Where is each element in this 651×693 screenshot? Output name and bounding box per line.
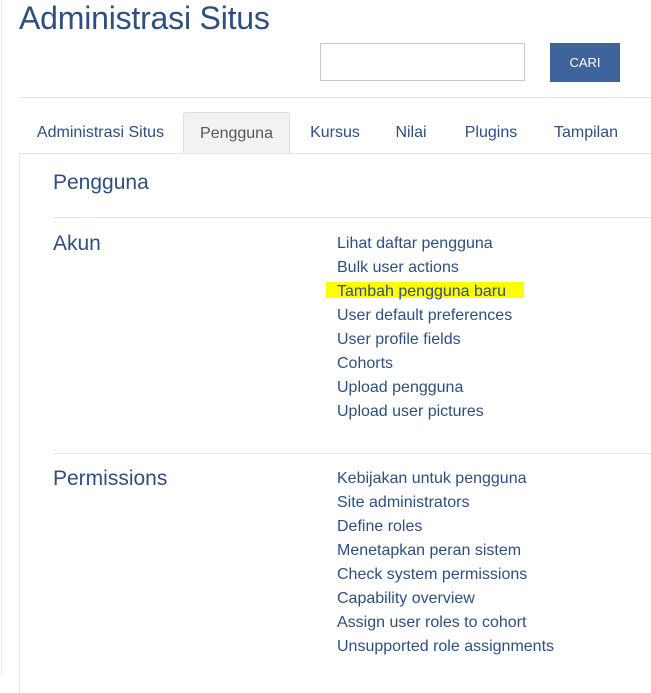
permissions-links: Kebijakan untuk pengguna Site administra… — [337, 467, 554, 659]
link-upload-user-pictures[interactable]: Upload user pictures — [337, 400, 512, 424]
link-kebijakan-untuk-pengguna[interactable]: Kebijakan untuk pengguna — [337, 467, 554, 491]
section-divider — [53, 217, 651, 218]
link-upload-pengguna[interactable]: Upload pengguna — [337, 376, 512, 400]
tab-pengguna[interactable]: Pengguna — [183, 112, 290, 154]
page-title: Administrasi Situs — [19, 0, 270, 36]
header-divider — [19, 97, 651, 98]
section-divider — [53, 453, 651, 454]
tab-nilai[interactable]: Nilai — [386, 112, 436, 153]
link-label: Site administrators — [337, 494, 470, 511]
admin-tabs: Administrasi Situs Pengguna Kursus Nilai… — [19, 112, 651, 154]
link-label: User profile fields — [337, 331, 461, 348]
link-label: Lihat daftar pengguna — [337, 235, 493, 252]
link-label: User default preferences — [337, 307, 513, 324]
tab-plugins[interactable]: Plugins — [455, 112, 527, 153]
link-check-system-permissions[interactable]: Check system permissions — [337, 563, 554, 587]
link-label: Unsupported role assignments — [337, 638, 555, 655]
link-capability-overview[interactable]: Capability overview — [337, 587, 554, 611]
content-heading: Pengguna — [53, 171, 149, 194]
link-site-administrators[interactable]: Site administrators — [337, 491, 554, 515]
tab-kursus[interactable]: Kursus — [300, 112, 370, 153]
link-tambah-pengguna-baru[interactable]: Tambah pengguna baru — [326, 280, 524, 304]
link-label: Upload pengguna — [337, 379, 464, 396]
link-label: Kebijakan untuk pengguna — [337, 470, 527, 487]
link-label: Upload user pictures — [337, 403, 484, 420]
link-label: Tambah pengguna baru — [337, 283, 507, 300]
link-user-default-preferences[interactable]: User default preferences — [337, 304, 512, 328]
tab-tampilan[interactable]: Tampilan — [545, 112, 627, 153]
link-label: Assign user roles to cohort — [337, 614, 527, 631]
tab-content-panel — [19, 153, 651, 693]
search-input[interactable] — [320, 43, 525, 81]
search-button[interactable]: CARI — [550, 43, 620, 82]
link-label: Define roles — [337, 518, 423, 535]
link-label: Menetapkan peran sistem — [337, 542, 522, 559]
link-unsupported-role-assignments[interactable]: Unsupported role assignments — [337, 635, 554, 659]
link-user-profile-fields[interactable]: User profile fields — [337, 328, 512, 352]
link-assign-user-roles-to-cohort[interactable]: Assign user roles to cohort — [337, 611, 554, 635]
section-title-permissions: Permissions — [53, 467, 168, 490]
section-title-akun: Akun — [53, 232, 101, 255]
link-bulk-user-actions[interactable]: Bulk user actions — [337, 256, 512, 280]
link-label: Check system permissions — [337, 566, 528, 583]
link-cohorts[interactable]: Cohorts — [337, 352, 512, 376]
link-label: Bulk user actions — [337, 259, 459, 276]
link-lihat-daftar-pengguna[interactable]: Lihat daftar pengguna — [337, 232, 512, 256]
akun-links: Lihat daftar pengguna Bulk user actions … — [326, 232, 524, 424]
link-label: Capability overview — [337, 590, 475, 607]
page-left-border — [1, 0, 2, 675]
link-label: Cohorts — [337, 355, 394, 372]
link-define-roles[interactable]: Define roles — [337, 515, 554, 539]
link-menetapkan-peran-sistem[interactable]: Menetapkan peran sistem — [337, 539, 554, 563]
tab-administrasi-situs[interactable]: Administrasi Situs — [19, 112, 182, 153]
